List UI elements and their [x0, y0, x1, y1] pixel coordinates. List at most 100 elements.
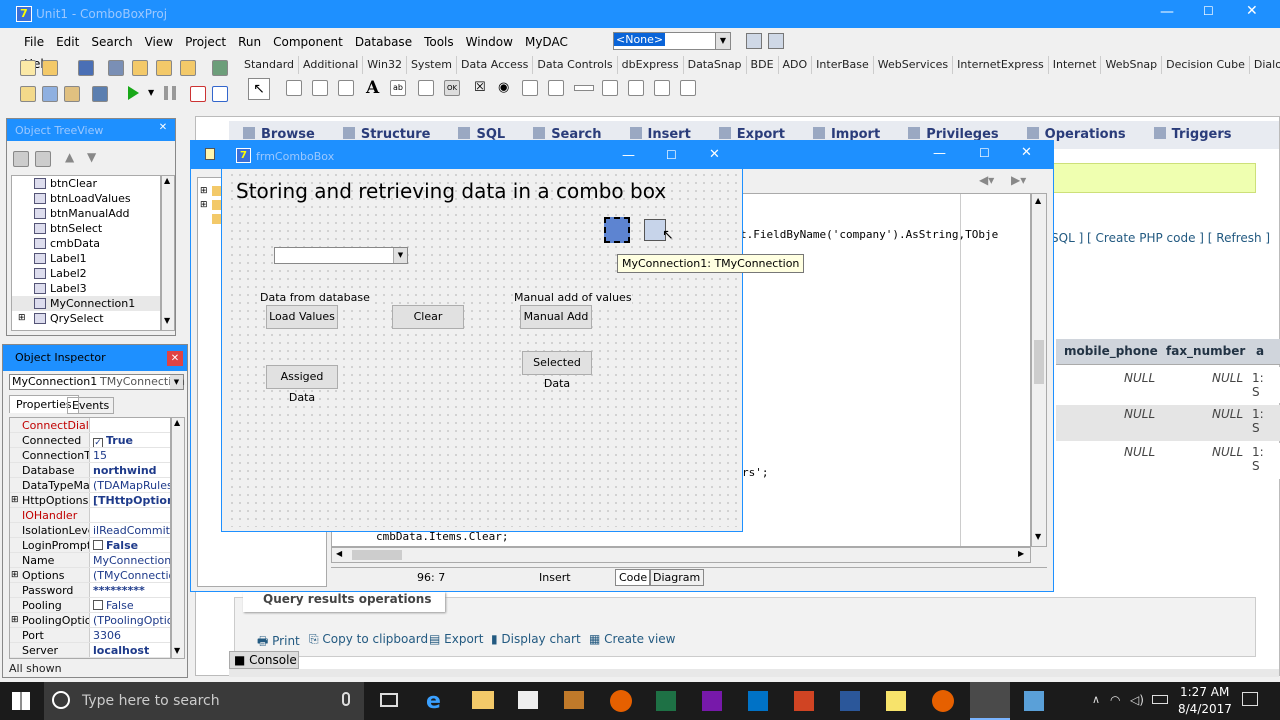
chevron-down-icon[interactable]: ▼ [170, 375, 183, 389]
new-form-icon[interactable] [92, 86, 108, 102]
maximize-button[interactable]: ☐ [666, 148, 677, 162]
export-link[interactable]: ▤ Export [429, 632, 483, 646]
app-taskbar-icon[interactable] [1024, 691, 1044, 711]
scroll-left-icon[interactable]: ◀ [336, 549, 342, 558]
back-icon[interactable]: ◀▾ [979, 173, 994, 187]
column-header-a[interactable]: a [1256, 344, 1264, 358]
add-file-icon[interactable] [156, 60, 172, 76]
expand-icon[interactable]: ⊞ [11, 493, 19, 507]
pause-icon[interactable] [164, 86, 176, 100]
palette-tab-system[interactable]: System [407, 56, 457, 74]
palette-tab-dialogs[interactable]: Dialogs [1250, 56, 1280, 74]
property-value[interactable]: (TDAMapRules) [90, 478, 170, 492]
outlook-icon[interactable] [748, 691, 768, 711]
delete-item-icon[interactable] [35, 151, 51, 167]
property-value[interactable]: localhost [90, 643, 170, 657]
code-vscrollbar[interactable]: ▲ ▼ [1031, 193, 1047, 547]
desktop-combo[interactable]: <None> ▼ [613, 32, 731, 50]
palette-tab-standard[interactable]: Standard [240, 56, 300, 74]
run-icon[interactable] [128, 86, 139, 100]
property-value[interactable]: 3306 [90, 628, 170, 642]
property-row[interactable]: Port 3306 [10, 628, 170, 643]
object-selector[interactable]: MyConnection1 TMyConnection ▼ [9, 374, 185, 390]
checkbox-icon[interactable] [93, 600, 103, 610]
scroll-thumb[interactable] [352, 550, 402, 560]
store-icon[interactable] [518, 691, 538, 709]
print-link[interactable]: 🖶 Print [257, 632, 300, 653]
memo-icon[interactable] [418, 80, 434, 96]
firefox-icon[interactable] [610, 690, 632, 712]
combobox-icon[interactable] [548, 80, 564, 96]
property-row[interactable]: IsolationLevel ilReadCommitted [10, 523, 170, 538]
palette-tab-data-access[interactable]: Data Access [457, 56, 534, 74]
tree-scrollbar[interactable]: ▲ ▼ [161, 175, 175, 331]
open-icon[interactable] [42, 60, 58, 76]
assigned-data-button[interactable]: Assiged Data [266, 365, 338, 404]
network-icon[interactable]: ◠ [1110, 693, 1120, 707]
close-icon[interactable]: ✕ [155, 122, 171, 137]
menu-component[interactable]: Component [267, 31, 349, 53]
minimize-button[interactable]: — [1160, 4, 1174, 20]
column-header-mobile-phone[interactable]: mobile_phone [1064, 344, 1158, 358]
background-hscrollbar[interactable] [229, 669, 1279, 677]
column-header-fax-number[interactable]: fax_number [1166, 344, 1245, 358]
radiobutton-icon[interactable]: ◉ [498, 80, 509, 95]
scroll-up-icon[interactable]: ▲ [174, 418, 180, 427]
open-project-icon[interactable] [132, 60, 148, 76]
clear-button[interactable]: Clear [392, 305, 464, 329]
microphone-icon[interactable] [342, 692, 350, 706]
property-value[interactable]: ✓ True [90, 433, 170, 447]
menu-database[interactable]: Database [349, 31, 418, 53]
sql-links[interactable]: SQL ] [ Create PHP code ] [ Refresh ] [1051, 231, 1270, 245]
word-icon[interactable] [840, 691, 860, 711]
task-view-icon[interactable] [380, 693, 398, 707]
palette-tab-interbase[interactable]: InterBase [812, 56, 874, 74]
minimize-button[interactable]: — [622, 148, 635, 163]
tree-item[interactable]: btnLoadValues [12, 191, 160, 206]
toggle-form-unit-icon[interactable] [64, 86, 80, 102]
button-icon[interactable]: OK [444, 80, 460, 96]
menu-run[interactable]: Run [232, 31, 267, 53]
property-value[interactable]: 15 [90, 448, 170, 462]
tree-item[interactable]: ⊞ QrySelect [12, 311, 160, 326]
property-value[interactable]: False [90, 538, 170, 552]
view-unit-icon[interactable] [20, 86, 36, 102]
palette-tab-dbexpress[interactable]: dbExpress [618, 56, 684, 74]
close-button[interactable]: ✕ [709, 147, 720, 162]
tree-item[interactable]: cmbData [12, 236, 160, 251]
property-row[interactable]: Server localhost [10, 643, 170, 658]
palette-tab-bde[interactable]: BDE [747, 56, 779, 74]
maximize-button[interactable]: ☐ [979, 146, 990, 160]
popup-menu-icon[interactable] [338, 80, 354, 96]
windows-start-icon[interactable] [12, 692, 30, 710]
run-dropdown-icon[interactable]: ▼ [148, 88, 154, 97]
search-box[interactable]: Type here to search [44, 682, 364, 720]
property-row[interactable]: ConnectDialog [10, 418, 170, 433]
save-all-icon[interactable] [108, 60, 124, 76]
property-row[interactable]: LoginPrompt False [10, 538, 170, 553]
property-row[interactable]: ⊞HttpOptions[THttpOptions] [10, 493, 170, 508]
property-row[interactable]: Password ********* [10, 583, 170, 598]
scroll-up-icon[interactable]: ▲ [1035, 196, 1041, 205]
onenote-icon[interactable] [702, 691, 722, 711]
checkbox-icon[interactable] [93, 540, 103, 550]
palette-tab-websnap[interactable]: WebSnap [1101, 56, 1163, 74]
manual-add-button[interactable]: Manual Add [520, 305, 592, 329]
maximize-button[interactable]: ☐ [1203, 4, 1214, 18]
tree-expand-icon[interactable]: ⊞ [200, 200, 208, 210]
powerpoint-icon[interactable] [794, 691, 814, 711]
trace-into-icon[interactable] [190, 86, 206, 102]
menu-window[interactable]: Window [460, 31, 519, 53]
property-value[interactable] [90, 508, 170, 522]
code-hscrollbar[interactable]: ◀ ▶ [331, 547, 1031, 563]
palette-tab-internet[interactable]: Internet [1049, 56, 1102, 74]
radiogroup-icon[interactable] [628, 80, 644, 96]
excel-icon[interactable] [656, 691, 676, 711]
property-value[interactable]: (TPoolingOptions [90, 613, 170, 627]
palette-tab-win32[interactable]: Win32 [363, 56, 407, 74]
step-over-icon[interactable] [212, 86, 228, 102]
tree-item[interactable]: btnSelect [12, 221, 160, 236]
remove-file-icon[interactable] [180, 60, 196, 76]
property-row[interactable]: DataTypeMap (TDAMapRules) [10, 478, 170, 493]
save-icon[interactable] [78, 60, 94, 76]
